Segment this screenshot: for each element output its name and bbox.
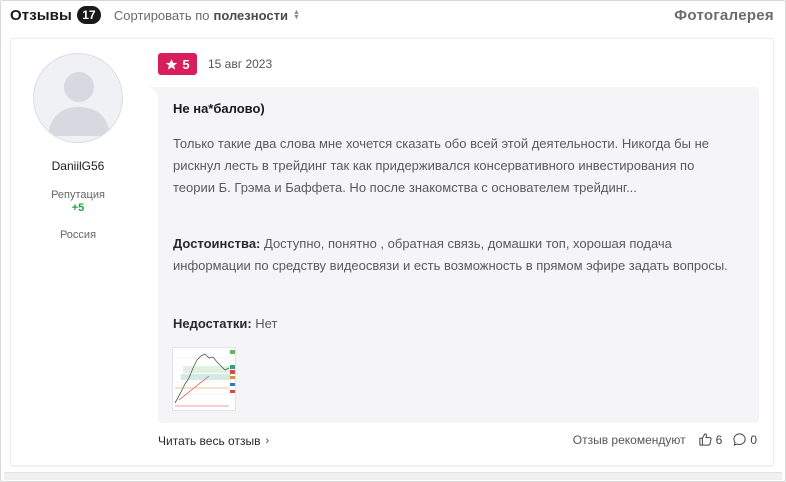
thumbs-up-icon xyxy=(699,433,712,446)
sort-arrows-icon: ▲ ▼ xyxy=(292,9,300,21)
sort-value: полезности xyxy=(213,7,288,23)
rating-value: 5 xyxy=(182,56,190,72)
review-card: DaniilG56 Репутация +5 Россия 5 15 авг 2… xyxy=(10,38,774,466)
like-count: 6 xyxy=(715,432,723,447)
attachment-thumbnail[interactable] xyxy=(172,347,236,411)
pros-label: Достоинства: xyxy=(173,236,261,251)
star-icon xyxy=(166,58,178,70)
review-date: 15 авг 2023 xyxy=(208,57,273,71)
comments-button[interactable]: 0 xyxy=(732,432,757,447)
read-full-review-link[interactable]: Читать весь отзыв › xyxy=(158,434,269,448)
user-placeholder-icon xyxy=(48,72,110,136)
cons-label: Недостатки: xyxy=(173,316,252,331)
review-body: Не на*балово) Только такие два слова мне… xyxy=(158,87,759,423)
cons-text: Нет xyxy=(251,316,278,331)
review-title: Не на*балово) xyxy=(173,101,265,116)
chart-screenshot-thumbnail-icon xyxy=(173,348,235,410)
rating-badge: 5 xyxy=(158,53,197,75)
next-card-edge xyxy=(4,472,782,480)
author-name[interactable]: DaniilG56 xyxy=(11,159,145,173)
reviews-title: Отзывы xyxy=(10,6,72,24)
comment-icon xyxy=(733,433,746,446)
read-full-review-label: Читать весь отзыв xyxy=(158,434,261,448)
photo-gallery-link[interactable]: Фотогалерея xyxy=(674,7,774,24)
reviews-header: Отзывы 17 Сортировать по полезности ▲ ▼ Ф… xyxy=(10,4,774,26)
like-button[interactable]: 6 xyxy=(698,432,723,447)
reviews-count-badge: 17 xyxy=(76,6,101,24)
review-pros: Достоинства: Доступно, понятно , обратна… xyxy=(173,233,733,277)
recommend-label: Отзыв рекомендуют xyxy=(572,432,686,447)
reputation-label: Репутация xyxy=(51,189,105,201)
review-text: Только такие два слова мне хочется сказа… xyxy=(173,136,709,195)
reputation-value: +5 xyxy=(71,202,85,214)
chevron-right-icon: › xyxy=(265,435,270,447)
sort-prefix: Сортировать по xyxy=(113,7,210,23)
sort-dropdown[interactable]: Сортировать по полезности ▲ ▼ xyxy=(114,8,300,23)
avatar[interactable] xyxy=(33,53,123,143)
author-country: Россия xyxy=(59,229,97,241)
review-actions: Отзыв рекомендуют 6 0 xyxy=(573,432,757,447)
review-cons: Недостатки: Нет xyxy=(173,313,733,335)
comment-count: 0 xyxy=(750,432,757,447)
